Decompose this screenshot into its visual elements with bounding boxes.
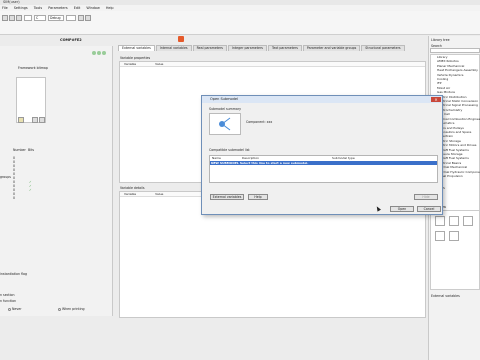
variable-properties-label: Variable properties (120, 56, 151, 60)
thumbnail[interactable] (435, 231, 445, 241)
menu-file[interactable]: File (2, 6, 8, 10)
header-variable: Variable (124, 62, 137, 66)
new-icon[interactable] (2, 15, 8, 21)
grid-header: Variable Value (120, 62, 425, 67)
column-number: Number (13, 148, 26, 152)
close-icon[interactable] (102, 51, 106, 55)
menu-settings[interactable]: Settings (14, 6, 28, 10)
row-value: 0 (13, 196, 16, 200)
tab-parameter-groups[interactable]: Parameter and variable groups (302, 45, 361, 51)
tab-structural-parameters[interactable]: Structural parameters (361, 45, 405, 51)
component-icon (219, 117, 231, 131)
edit-icon[interactable] (18, 117, 24, 123)
open-icon[interactable] (9, 15, 15, 21)
library-search-input[interactable] (430, 48, 480, 53)
menu-tools[interactable]: Tools (34, 6, 42, 10)
header-variable: Variable (124, 192, 137, 196)
tab-internal-variables[interactable]: Internal variables (155, 45, 192, 51)
close-icon[interactable]: × (431, 97, 441, 102)
toolbar-combo-1[interactable] (24, 15, 32, 21)
hide-button[interactable]: Hide (414, 194, 438, 200)
component-thumbnails[interactable] (430, 210, 480, 290)
submodel-summary-label: Submodel summary (209, 107, 242, 111)
compatible-list-label: Compatible submodel list (209, 148, 250, 152)
cancel-button[interactable]: Cancel (417, 206, 441, 212)
open-button[interactable]: Open (390, 206, 414, 212)
component-name: Component: xxx (246, 120, 273, 124)
main-window: SIM(user) File Settings Tools Parameters… (0, 0, 480, 360)
restore-icon[interactable] (97, 51, 101, 55)
new-submodel-row[interactable]: NEW SUBMODEL Select this line to start a… (210, 161, 437, 165)
run-icon[interactable] (78, 15, 84, 21)
menu-edit[interactable]: Edit (74, 6, 81, 10)
header-value: Value (155, 62, 164, 66)
thumbnail[interactable] (449, 231, 459, 241)
tab-external-variables[interactable]: External variables (118, 45, 155, 51)
external-variables-button[interactable]: External variables (210, 194, 244, 200)
toolbar-combo-2[interactable]: C (34, 15, 46, 21)
menu-parameters[interactable]: Parameters (48, 6, 67, 10)
minimize-icon[interactable] (92, 51, 96, 55)
function-label: n function (0, 299, 17, 303)
radio-when-printing[interactable]: When printing (58, 307, 85, 311)
menu-help[interactable]: Help (106, 6, 114, 10)
thumbnail[interactable] (435, 216, 445, 226)
section-label: n section (0, 293, 15, 297)
external-variables-label: External variables (431, 294, 460, 298)
stop-icon[interactable] (85, 15, 91, 21)
toolbar: C Debug (0, 11, 480, 35)
thumbnail[interactable] (463, 216, 473, 226)
left-panel: Framework bitmap Number Bits groups 0 0 … (0, 46, 113, 316)
tab-integer-parameters[interactable]: Integer parameters (227, 45, 267, 51)
component-preview (209, 113, 241, 135)
submodel-table[interactable]: Name Description Submodel type NEW SUBMO… (209, 155, 438, 183)
dialog-title: Open Submodel (202, 96, 442, 103)
radio-never[interactable]: Never (8, 307, 22, 311)
tree-item[interactable]: Heat Exchangers Assembly (431, 68, 479, 72)
thumbnail[interactable] (449, 216, 459, 226)
check-icon[interactable]: ✓ (29, 188, 32, 192)
save-icon[interactable] (16, 15, 22, 21)
tab-text-parameters[interactable]: Text parameters (267, 45, 302, 51)
tab-real-parameters[interactable]: Real parameters (192, 45, 227, 51)
component-title: COMP#FE2 (60, 38, 82, 42)
panel-window-icons (92, 51, 106, 55)
toolbar-combo-debug[interactable]: Debug (48, 15, 64, 21)
help-button[interactable]: Help (248, 194, 268, 200)
library-title: Library tree (431, 38, 450, 42)
load-icon[interactable] (39, 117, 45, 123)
tab-bar: External variables Internal variables Re… (118, 45, 424, 53)
variable-details-label: Variable details (120, 186, 145, 190)
groups-label: groups (0, 175, 11, 179)
instantiation-flag-label: instantiation flag (0, 272, 27, 276)
column-bits: Bits (28, 148, 34, 152)
menu-window[interactable]: Window (86, 6, 99, 10)
close-component-button[interactable] (178, 36, 184, 42)
clear-icon[interactable] (32, 117, 38, 123)
toolbar-combo-4[interactable] (66, 15, 76, 21)
bitmap-label: Framework bitmap (18, 66, 48, 70)
header-value: Value (155, 192, 164, 196)
open-submodel-dialog: Open Submodel × Submodel summary Compone… (201, 95, 443, 215)
